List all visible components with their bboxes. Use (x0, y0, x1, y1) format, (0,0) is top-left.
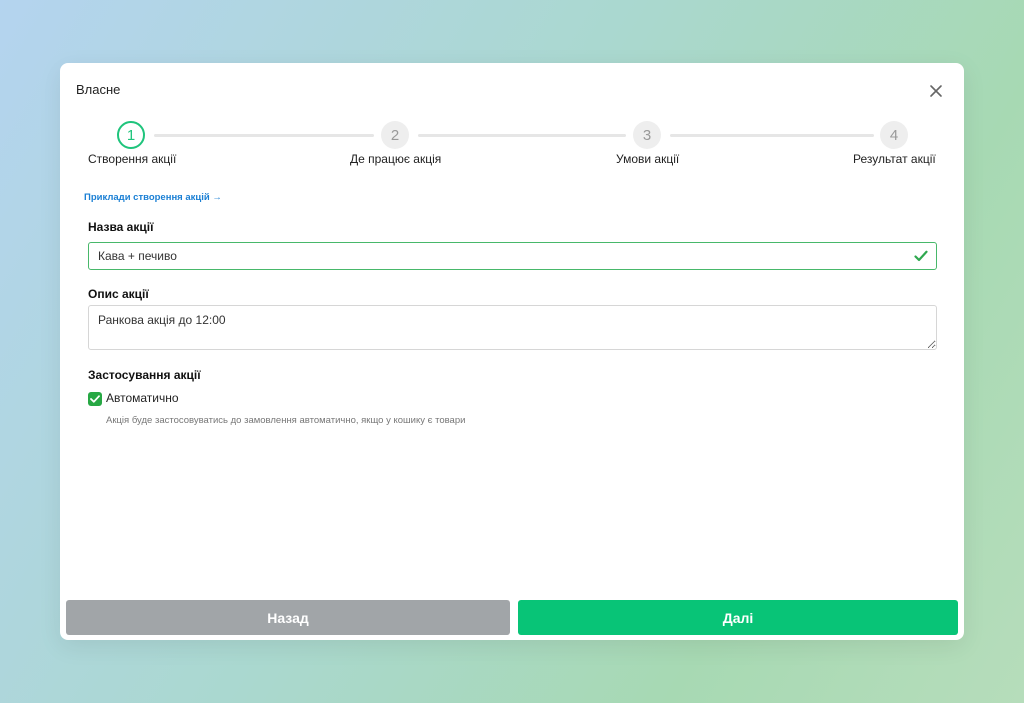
step-2-circle[interactable]: 2 (381, 121, 409, 149)
modal-title: Власне (76, 82, 121, 97)
step-3-number: 3 (642, 126, 652, 144)
step-3-circle[interactable]: 3 (633, 121, 661, 149)
close-icon (930, 85, 942, 97)
name-input[interactable] (89, 243, 936, 269)
description-label: Опис акції (88, 287, 149, 301)
auto-apply-label[interactable]: Автоматично (106, 391, 179, 405)
step-2-label: Де працює акція (350, 152, 442, 166)
check-icon (914, 250, 928, 262)
step-1-label: Створення акції (88, 152, 177, 166)
close-button[interactable] (926, 81, 946, 101)
auto-apply-checkbox[interactable] (88, 392, 102, 406)
step-4-number: 4 (889, 126, 899, 144)
description-textarea[interactable]: Ранкова акція до 12:00 (88, 305, 937, 350)
step-1-circle[interactable]: 1 (117, 121, 145, 149)
step-2-number: 2 (390, 126, 400, 144)
step-4-label: Результат акції (853, 152, 936, 166)
name-field (88, 242, 937, 270)
back-button[interactable]: Назад (66, 600, 510, 635)
step-1-number: 1 (126, 126, 136, 144)
step-connector (418, 134, 626, 137)
step-4-circle[interactable]: 4 (880, 121, 908, 149)
step-connector (154, 134, 374, 137)
checkmark-icon (90, 395, 100, 403)
next-button[interactable]: Далі (518, 600, 958, 635)
application-label: Застосування акції (88, 368, 201, 382)
step-connector (670, 134, 874, 137)
examples-link[interactable]: Приклади створення акцій → (84, 192, 222, 203)
auto-apply-hint: Акція буде застосовуватись до замовлення… (106, 415, 466, 426)
promo-modal: Власне 1 2 3 4 Створення акції Де працює… (60, 63, 964, 640)
name-label: Назва акції (88, 220, 154, 234)
step-3-label: Умови акції (616, 152, 680, 166)
